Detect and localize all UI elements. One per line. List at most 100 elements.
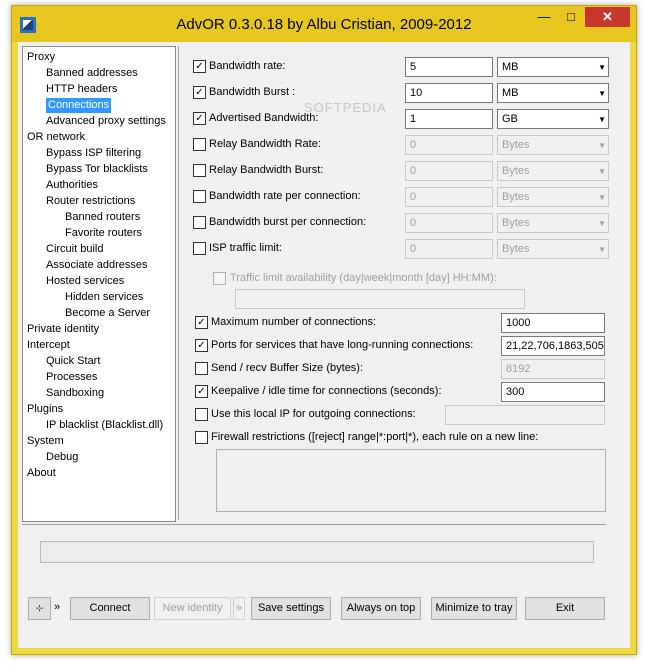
tree-item[interactable]: Authorities	[46, 178, 98, 193]
bandwidth-value-input[interactable]: 0	[405, 161, 493, 181]
tree-item[interactable]: Plugins	[27, 402, 63, 417]
maximize-button[interactable]: □	[558, 7, 584, 27]
bandwidth-checkbox[interactable]: ✓	[193, 86, 206, 99]
tree-item[interactable]: Bypass Tor blacklists	[46, 162, 148, 177]
tree-item[interactable]: Associate addresses	[46, 258, 148, 273]
tree-item[interactable]: OR network	[27, 130, 85, 145]
traffic-limit-checkbox[interactable]	[213, 272, 226, 285]
bandwidth-value-input[interactable]: 0	[405, 213, 493, 233]
connection-label: Send / recv Buffer Size (bytes):	[211, 362, 364, 374]
bandwidth-checkbox[interactable]: ✓	[193, 112, 206, 125]
bandwidth-unit-select[interactable]: Bytes ▼	[497, 187, 609, 207]
new-identity-button[interactable]: New identity	[154, 597, 231, 620]
connection-label: Ports for services that have long-runnin…	[211, 339, 474, 351]
plugin-menu-button[interactable]: ⊹	[28, 597, 51, 620]
connection-checkbox[interactable]	[195, 408, 208, 421]
plugin-menu-arrow[interactable]: »	[54, 601, 60, 613]
connection-label: Keepalive / idle time for connections (s…	[211, 385, 442, 397]
tree-item[interactable]: Become a Server	[65, 306, 150, 321]
bandwidth-checkbox[interactable]	[193, 190, 206, 203]
connections-panel: SOFTPEDIA ✓ Bandwidth rate: 5 MB ▼ ✓ Bandwidth…	[178, 46, 631, 520]
save-settings-button[interactable]: Save settings	[251, 597, 331, 620]
connection-checkbox[interactable]: ✓	[195, 339, 208, 352]
tree-item[interactable]: Advanced proxy settings	[46, 114, 166, 129]
bandwidth-value-input[interactable]: 0	[405, 239, 493, 259]
bandwidth-label: Bandwidth rate per connection:	[209, 190, 361, 202]
minimize-to-tray-button[interactable]: Minimize to tray	[431, 597, 517, 620]
bandwidth-unit-select[interactable]: MB ▼	[497, 57, 609, 77]
connection-label: Maximum number of connections:	[211, 316, 377, 328]
tree-item[interactable]: IP blacklist (Blacklist.dll)	[46, 418, 163, 433]
connection-value-input[interactable]: 1000	[501, 313, 605, 333]
chevron-down-icon: ▼	[598, 141, 606, 150]
tree-item[interactable]: Favorite routers	[65, 226, 142, 241]
tree-item[interactable]: Private identity	[27, 322, 99, 337]
bandwidth-value-input[interactable]: 5	[405, 57, 493, 77]
tree-item[interactable]: Banned routers	[65, 210, 140, 225]
bandwidth-unit-select[interactable]: MB ▼	[497, 83, 609, 103]
bandwidth-checkbox[interactable]	[193, 216, 206, 229]
bandwidth-unit-select[interactable]: Bytes ▼	[497, 239, 609, 259]
connection-checkbox[interactable]: ✓	[195, 385, 208, 398]
bandwidth-value-input[interactable]: 10	[405, 83, 493, 103]
tree-item[interactable]: About	[27, 466, 56, 481]
tree-item[interactable]: Circuit build	[46, 242, 103, 257]
bandwidth-unit-select[interactable]: GB ▼	[497, 109, 609, 129]
tree-item[interactable]: System	[27, 434, 64, 449]
new-identity-menu-arrow[interactable]: »	[233, 597, 245, 620]
unit-value: MB	[502, 61, 519, 73]
connection-value-input[interactable]: 8192	[501, 359, 605, 379]
tree-item[interactable]: Sandboxing	[46, 386, 104, 401]
connection-checkbox[interactable]	[195, 362, 208, 375]
connection-value-input[interactable]: 300	[501, 382, 605, 402]
title-bar[interactable]: AdvOR 0.3.0.18 by Albu Cristian, 2009-20…	[12, 6, 636, 42]
network-icon: ⊹	[35, 603, 44, 613]
bandwidth-unit-select[interactable]: Bytes ▼	[497, 135, 609, 155]
bandwidth-checkbox[interactable]: ✓	[193, 60, 206, 73]
bandwidth-label: ISP traffic limit:	[209, 242, 282, 254]
chevron-down-icon: ▼	[598, 245, 606, 254]
tree-item[interactable]: Router restrictions	[46, 194, 135, 209]
app-window: AdvOR 0.3.0.18 by Albu Cristian, 2009-20…	[11, 5, 637, 655]
bandwidth-label: Bandwidth Burst :	[209, 86, 296, 98]
bandwidth-checkbox[interactable]	[193, 164, 206, 177]
bandwidth-value-input[interactable]: 1	[405, 109, 493, 129]
bandwidth-checkbox[interactable]	[193, 138, 206, 151]
tree-item[interactable]: Proxy	[27, 50, 55, 65]
bandwidth-value-input[interactable]: 0	[405, 135, 493, 155]
client-area: Proxy Banned addresses HTTP headers Connect…	[18, 42, 630, 648]
tree-item[interactable]: Banned addresses	[46, 66, 138, 81]
tree-item[interactable]: Hosted services	[46, 274, 124, 289]
tree-item[interactable]: Intercept	[27, 338, 70, 353]
exit-button[interactable]: Exit	[525, 597, 605, 620]
bandwidth-value-input[interactable]: 0	[405, 187, 493, 207]
unit-value: Bytes	[502, 165, 530, 177]
connection-checkbox[interactable]: ✓	[195, 316, 208, 329]
connection-value-input[interactable]	[445, 405, 605, 425]
bandwidth-unit-select[interactable]: Bytes ▼	[497, 213, 609, 233]
firewall-checkbox[interactable]	[195, 431, 208, 444]
tree-item[interactable]: Quick Start	[46, 354, 100, 369]
unit-value: GB	[502, 113, 518, 125]
bandwidth-label: Advertised Bandwidth:	[209, 112, 319, 124]
tree-item[interactable]: Debug	[46, 450, 78, 465]
tree-item[interactable]: Connections	[46, 98, 112, 113]
tree-item[interactable]: Bypass ISP filtering	[46, 146, 141, 161]
tree-item[interactable]: Hidden services	[65, 290, 143, 305]
connection-value-input[interactable]: 21,22,706,1863,505	[501, 336, 605, 356]
minimize-button[interactable]: —	[531, 7, 557, 27]
traffic-limit-input[interactable]	[235, 289, 525, 309]
tree-item[interactable]: HTTP headers	[46, 82, 117, 97]
status-separator	[22, 524, 606, 525]
firewall-rules-textarea[interactable]	[216, 449, 606, 512]
close-button[interactable]: ✕	[585, 7, 630, 27]
firewall-label: Firewall restrictions ([reject] range|*:…	[211, 431, 539, 443]
always-on-top-button[interactable]: Always on top	[341, 597, 421, 620]
chevron-down-icon: ▼	[598, 219, 606, 228]
bandwidth-label: Bandwidth burst per connection:	[209, 216, 367, 228]
bandwidth-checkbox[interactable]	[193, 242, 206, 255]
tree-item[interactable]: Processes	[46, 370, 97, 385]
connect-button[interactable]: Connect	[70, 597, 150, 620]
settings-tree[interactable]: Proxy Banned addresses HTTP headers Connect…	[22, 46, 176, 522]
bandwidth-unit-select[interactable]: Bytes ▼	[497, 161, 609, 181]
